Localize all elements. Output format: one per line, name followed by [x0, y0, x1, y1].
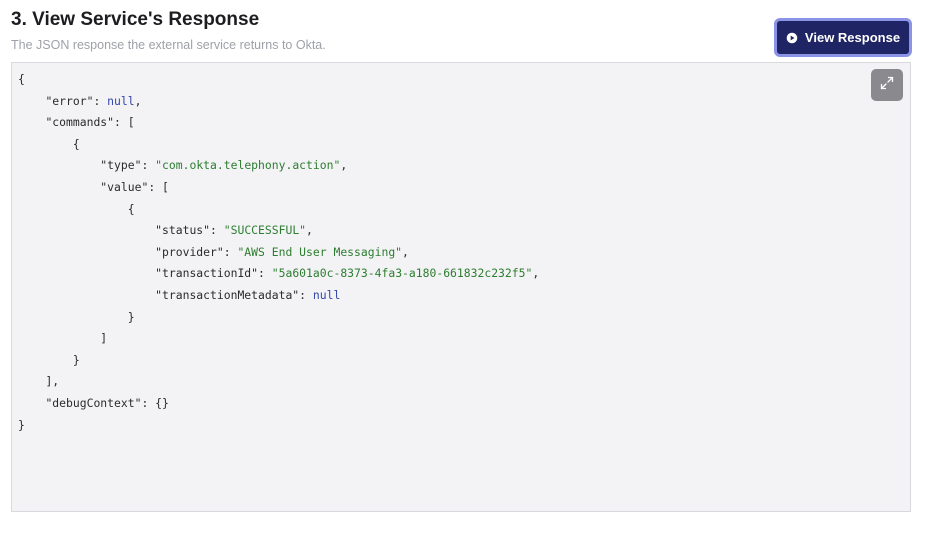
page: 3. View Service's Response The JSON resp… — [0, 0, 932, 550]
view-response-label: View Response — [804, 30, 901, 45]
code-line: } — [72, 352, 80, 367]
code-line: "provider": "AWS End User Messaging", — [155, 244, 409, 259]
section-subtitle: The JSON response the external service r… — [11, 38, 326, 52]
play-circle-icon — [786, 32, 798, 44]
json-code-block: { "error": null, "commands": [ { "type":… — [18, 69, 539, 436]
json-response-panel: { "error": null, "commands": [ { "type":… — [11, 62, 911, 512]
view-response-button[interactable]: View Response — [774, 18, 912, 57]
code-line: "transactionMetadata": null — [155, 287, 341, 302]
section-title: 3. View Service's Response — [11, 9, 260, 30]
code-line: ], — [45, 374, 60, 389]
expand-icon — [879, 75, 895, 96]
expand-button[interactable] — [871, 69, 903, 101]
section-header: 3. View Service's Response The JSON resp… — [11, 8, 326, 53]
code-line: "error": null, — [45, 93, 142, 108]
code-line: "debugContext": {} — [45, 395, 169, 410]
code-line: "status": "SUCCESSFUL", — [155, 223, 313, 238]
code-line: "transactionId": "5a601a0c-8373-4fa3-a18… — [155, 266, 540, 281]
code-line: { — [72, 136, 80, 151]
code-line: { — [18, 72, 25, 86]
code-line: ] — [100, 331, 108, 346]
code-line: "value": [ — [100, 179, 169, 194]
code-line: "type": "com.okta.telephony.action", — [100, 158, 348, 173]
code-line: } — [18, 417, 25, 432]
code-line: { — [127, 201, 135, 216]
code-line: } — [127, 309, 135, 324]
code-line: "commands": [ — [45, 115, 135, 130]
